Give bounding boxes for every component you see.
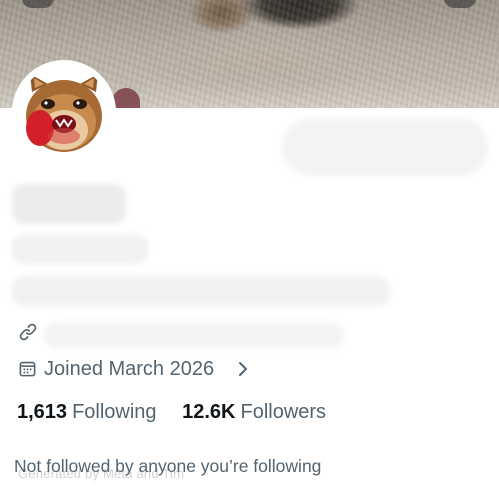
secondary-avatar-peek: [112, 88, 140, 108]
follow-stats: 1,613 Following 12.6K Followers: [17, 398, 326, 426]
avatar[interactable]: [18, 66, 110, 158]
website-link-redacted[interactable]: [44, 322, 344, 348]
following-count: 1,613: [17, 401, 68, 423]
followers-stat[interactable]: 12.6K Followers: [182, 398, 326, 426]
bio-redacted: [12, 276, 390, 306]
calendar-icon: [19, 361, 36, 377]
avatar-image: [18, 66, 110, 158]
following-stat[interactable]: 1,613 Following: [17, 398, 157, 426]
joined-date: Joined March 2026: [44, 358, 215, 380]
link-icon: [19, 323, 37, 341]
display-name-redacted: [12, 184, 126, 224]
avatar-frame[interactable]: [12, 60, 116, 164]
watermark: Generated by Meta and Tim: [18, 466, 185, 481]
followers-count: 12.6K: [182, 401, 236, 423]
edit-profile-button[interactable]: [282, 118, 488, 176]
followers-label: Followers: [240, 401, 327, 423]
following-label: Following: [72, 401, 157, 423]
chevron-right-icon[interactable]: [236, 359, 250, 379]
username-redacted: [12, 234, 148, 264]
